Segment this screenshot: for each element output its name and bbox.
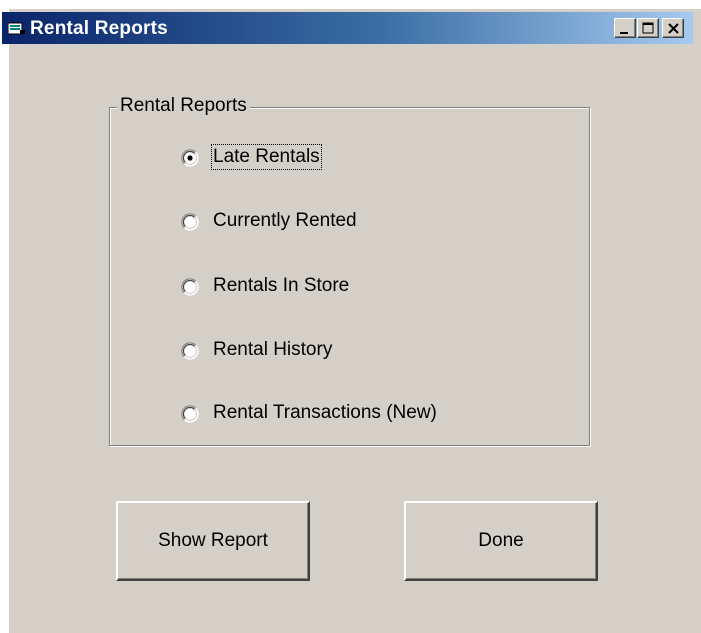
- app-icon: [7, 21, 26, 35]
- title-bar[interactable]: Rental Reports: [2, 12, 693, 44]
- radio-unchecked-icon[interactable]: [181, 405, 199, 423]
- radio-unchecked-icon[interactable]: [181, 278, 199, 296]
- radio-option-label[interactable]: Rentals In Store: [211, 273, 351, 299]
- radio-option-label[interactable]: Currently Rented: [211, 208, 359, 234]
- minimize-button[interactable]: [614, 18, 636, 38]
- group-legend: Rental Reports: [117, 95, 250, 117]
- radio-checked-icon[interactable]: [181, 149, 199, 167]
- maximize-icon: [642, 22, 654, 34]
- minimize-icon: [620, 32, 628, 34]
- radio-option-label[interactable]: Rental History: [211, 337, 334, 363]
- close-icon: [668, 23, 679, 34]
- window-title: Rental Reports: [30, 18, 168, 39]
- radio-option-label[interactable]: Rental Transactions (New): [211, 400, 439, 426]
- done-button[interactable]: Done: [404, 501, 598, 581]
- maximize-button[interactable]: [637, 18, 659, 38]
- radio-unchecked-icon[interactable]: [181, 342, 199, 360]
- radio-option-label[interactable]: Late Rentals: [211, 144, 322, 170]
- close-button[interactable]: [662, 18, 684, 38]
- show-report-button[interactable]: Show Report: [116, 501, 310, 581]
- radio-unchecked-icon[interactable]: [181, 213, 199, 231]
